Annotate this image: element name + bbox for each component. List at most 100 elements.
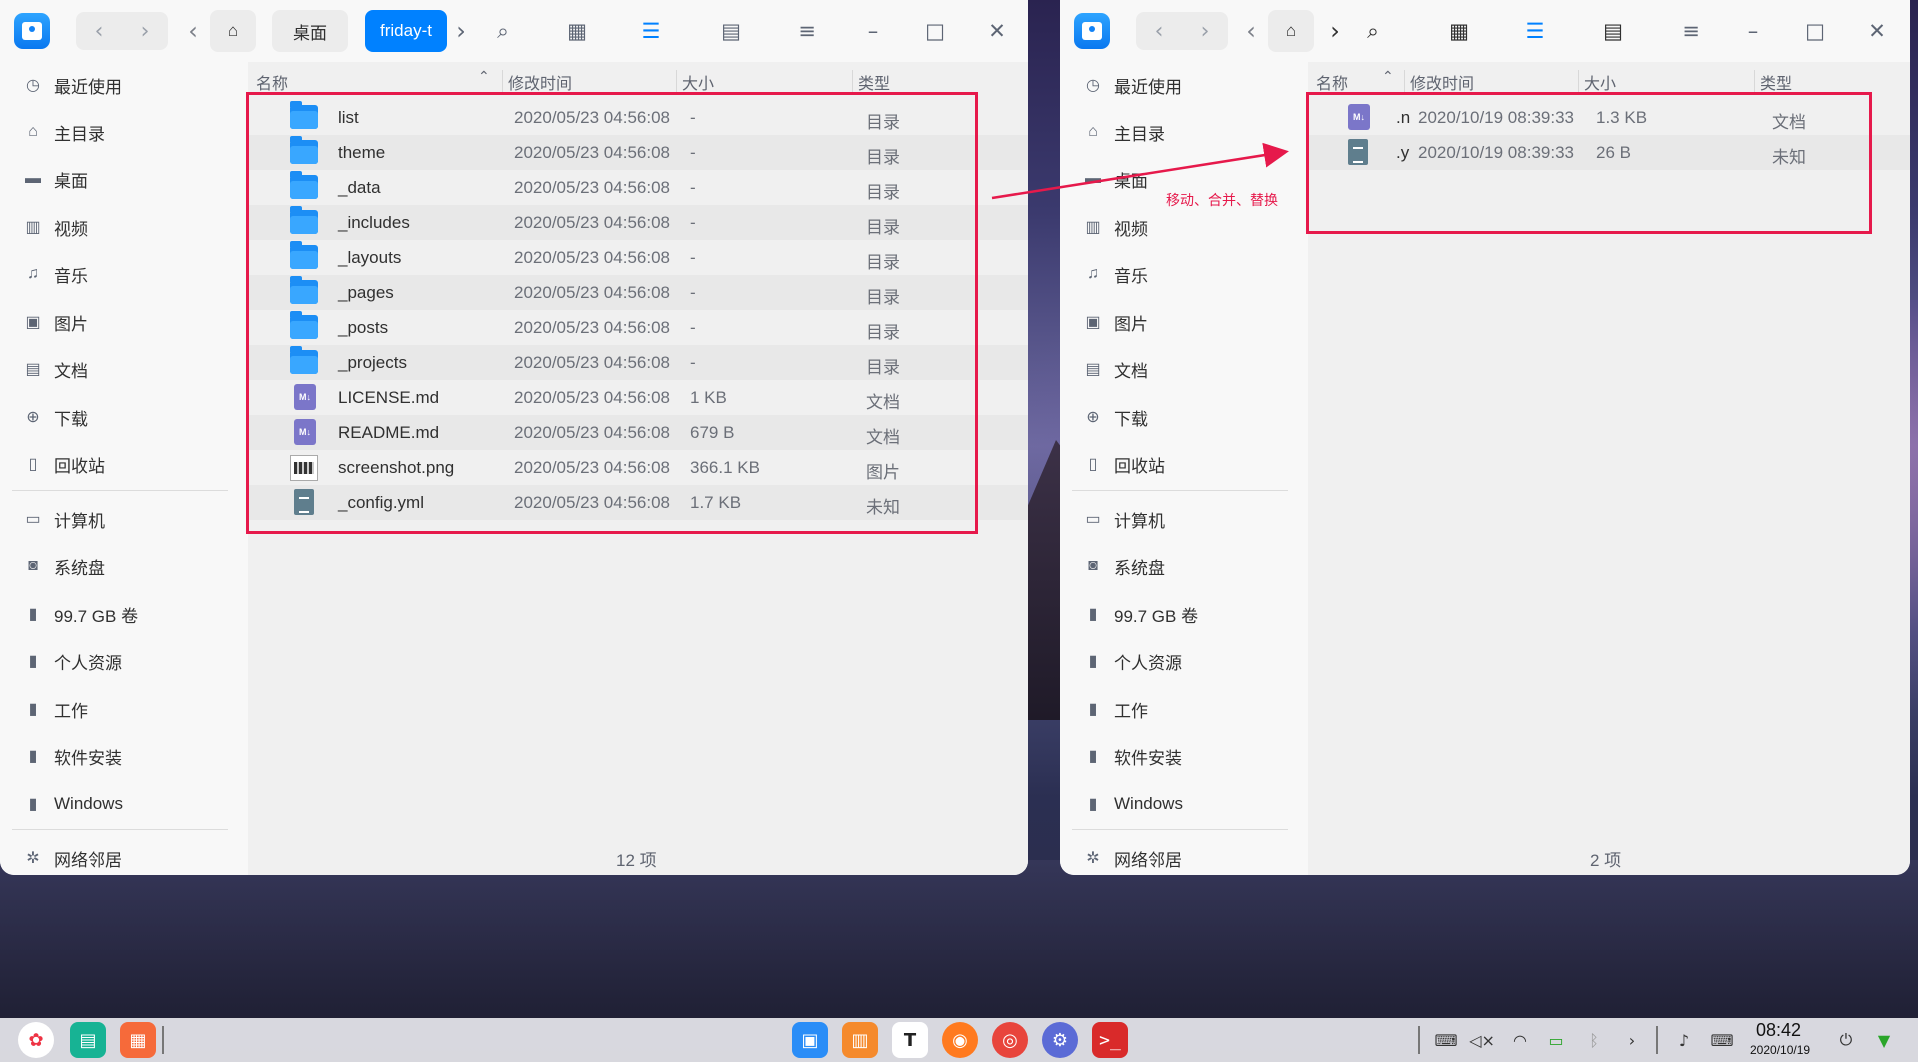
column-modified[interactable]: 修改时间	[1410, 70, 1474, 94]
icon-view-icon[interactable]: ▦	[560, 14, 594, 48]
breadcrumb-right-arrow-icon[interactable]: ›	[1324, 14, 1346, 48]
list-view-icon[interactable]: ☰	[634, 14, 668, 48]
sidebar-item-downloads[interactable]: ⊕ 下载	[22, 399, 88, 435]
sidebar-item-videos[interactable]: ▥ 视频	[1082, 209, 1148, 245]
column-type[interactable]: 类型	[1760, 70, 1792, 94]
search-icon[interactable]: ⌕	[486, 14, 520, 48]
sidebar-item-network[interactable]: ✲ 网络邻居	[22, 840, 122, 875]
multitask-view-icon[interactable]: ▤	[70, 1022, 106, 1058]
menu-icon[interactable]: ≡	[1674, 14, 1708, 48]
breadcrumb-home-button[interactable]: ⌂	[1268, 10, 1314, 52]
sidebar-item-windows[interactable]: ▮ Windows	[22, 786, 123, 822]
menu-icon[interactable]: ≡	[790, 14, 824, 48]
sidebar-item-label: 图片	[54, 314, 88, 334]
maximize-icon[interactable]: □	[1798, 14, 1832, 48]
sidebar-item-work[interactable]: ▮ 工作	[1082, 691, 1148, 727]
breadcrumb-desktop[interactable]: 桌面	[272, 10, 348, 52]
file-manager-dock-icon[interactable]: ▣	[792, 1022, 828, 1058]
launcher-icon[interactable]: ✿	[18, 1022, 54, 1058]
chrome-icon[interactable]: ◎	[992, 1022, 1028, 1058]
column-name[interactable]: 名称	[1316, 70, 1348, 94]
sidebar-item-computer[interactable]: ▭ 计算机	[1082, 501, 1165, 537]
sidebar-item-software[interactable]: ▮ 软件安装	[1082, 738, 1182, 774]
close-icon[interactable]: ✕	[1860, 14, 1894, 48]
sidebar-item-home[interactable]: ⌂ 主目录	[1082, 114, 1165, 150]
sidebar-item-work[interactable]: ▮ 工作	[22, 691, 88, 727]
app-store-icon[interactable]: ▥	[842, 1022, 878, 1058]
column-type[interactable]: 类型	[858, 70, 890, 94]
column-size[interactable]: 大小	[1584, 70, 1616, 94]
input-method-icon[interactable]: ⌨	[1710, 1028, 1734, 1052]
sidebar-item-personal[interactable]: ▮ 个人资源	[1082, 643, 1182, 679]
sidebar-item-windows[interactable]: ▮ Windows	[1082, 786, 1183, 822]
settings-icon[interactable]: ⚙	[1042, 1022, 1078, 1058]
sort-ascending-icon[interactable]: ⌃	[478, 68, 490, 85]
sidebar-item-personal[interactable]: ▮ 个人资源	[22, 643, 122, 679]
terminal-icon[interactable]: >_	[1092, 1022, 1128, 1058]
sidebar-item-volume[interactable]: ▮ 99.7 GB 卷	[22, 596, 139, 632]
sidebar-item-desktop[interactable]: ▬ 桌面	[1082, 161, 1148, 197]
breadcrumb-home-button[interactable]: ⌂	[210, 10, 256, 52]
volume-muted-icon[interactable]: ◁×	[1469, 1028, 1495, 1052]
detail-view-icon[interactable]: ▤	[714, 14, 748, 48]
sidebar-item-recent[interactable]: ◷ 最近使用	[1082, 67, 1182, 103]
forward-icon[interactable]: ›	[1182, 12, 1228, 50]
breadcrumb-current[interactable]: friday-t	[365, 10, 447, 52]
sidebar-item-network[interactable]: ✲ 网络邻居	[1082, 840, 1182, 875]
clock-date[interactable]: 2020/10/19	[1750, 1043, 1810, 1057]
minimize-icon[interactable]: –	[856, 14, 890, 48]
sidebar-item-pictures[interactable]: ▣ 图片	[1082, 304, 1148, 340]
clock-time[interactable]: 08:42	[1756, 1020, 1801, 1041]
security-icon[interactable]: ▼	[1872, 1028, 1896, 1052]
minimize-icon[interactable]: –	[1736, 14, 1770, 48]
sidebar-item-label: 网络邻居	[54, 850, 122, 870]
sidebar-item-pictures[interactable]: ▣ 图片	[22, 304, 88, 340]
sidebar-item-desktop[interactable]: ▬ 桌面	[22, 161, 88, 197]
sidebar-item-recent[interactable]: ◷ 最近使用	[22, 67, 122, 103]
desktop-workspace-icon[interactable]: ▦	[120, 1022, 156, 1058]
column-name[interactable]: 名称	[256, 70, 288, 94]
sidebar-item-music[interactable]: ♫ 音乐	[22, 256, 88, 292]
bluetooth-icon[interactable]: ᛒ	[1582, 1028, 1606, 1052]
sort-ascending-icon[interactable]: ⌃	[1382, 68, 1394, 85]
sidebar-item-music[interactable]: ♫ 音乐	[1082, 256, 1148, 292]
text-editor-icon[interactable]: T	[892, 1022, 928, 1058]
breadcrumb-right-arrow-icon[interactable]: ›	[450, 14, 472, 48]
sidebar-item-home[interactable]: ⌂ 主目录	[22, 114, 105, 150]
sidebar-item-volume[interactable]: ▮ 99.7 GB 卷	[1082, 596, 1199, 632]
drive-icon: ▮	[28, 796, 38, 813]
sidebar-item-system-disk[interactable]: ◙ 系统盘	[1082, 548, 1165, 584]
sidebar-item-software[interactable]: ▮ 软件安装	[22, 738, 122, 774]
close-icon[interactable]: ✕	[980, 14, 1014, 48]
sidebar-item-documents[interactable]: ▤ 文档	[22, 351, 88, 387]
battery-icon[interactable]: ▭	[1544, 1028, 1568, 1052]
sidebar-item-trash[interactable]: ▯ 回收站	[22, 446, 105, 482]
sidebar-item-documents[interactable]: ▤ 文档	[1082, 351, 1148, 387]
sidebar-item-label: Windows	[54, 794, 123, 813]
sidebar-item-trash[interactable]: ▯ 回收站	[1082, 446, 1165, 482]
power-icon[interactable]: ⏻	[1834, 1028, 1858, 1052]
back-icon[interactable]: ‹	[76, 12, 122, 50]
notification-bell-icon[interactable]: ♪	[1672, 1028, 1696, 1052]
maximize-icon[interactable]: □	[918, 14, 952, 48]
dock-divider	[162, 1026, 164, 1054]
detail-view-icon[interactable]: ▤	[1596, 14, 1630, 48]
column-modified[interactable]: 修改时间	[508, 70, 572, 94]
tray-expand-icon[interactable]: ›	[1620, 1028, 1644, 1052]
breadcrumb-left-arrow-icon[interactable]: ‹	[182, 14, 204, 48]
list-view-icon[interactable]: ☰	[1518, 14, 1552, 48]
keyboard-icon[interactable]: ⌨	[1434, 1028, 1458, 1052]
breadcrumb-left-arrow-icon[interactable]: ‹	[1240, 14, 1262, 48]
sidebar-item-computer[interactable]: ▭ 计算机	[22, 501, 105, 537]
sidebar-item-label: 文档	[1114, 361, 1148, 381]
icon-view-icon[interactable]: ▦	[1442, 14, 1476, 48]
search-icon[interactable]: ⌕	[1356, 14, 1390, 48]
column-size[interactable]: 大小	[682, 70, 714, 94]
firefox-icon[interactable]: ◉	[942, 1022, 978, 1058]
wifi-icon[interactable]: ◠	[1508, 1028, 1532, 1052]
forward-icon[interactable]: ›	[122, 12, 168, 50]
back-icon[interactable]: ‹	[1136, 12, 1182, 50]
sidebar-item-videos[interactable]: ▥ 视频	[22, 209, 88, 245]
sidebar-item-system-disk[interactable]: ◙ 系统盘	[22, 548, 105, 584]
sidebar-item-downloads[interactable]: ⊕ 下载	[1082, 399, 1148, 435]
